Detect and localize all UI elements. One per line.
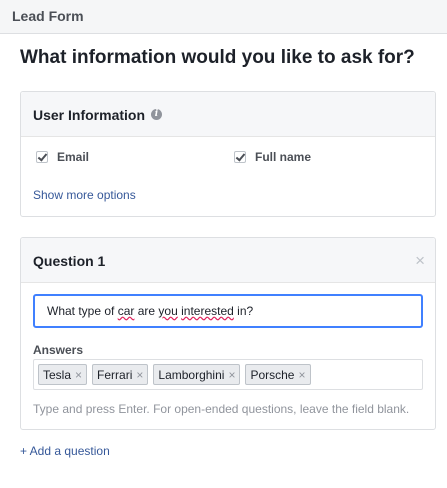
lead-form-title: Lead Form [12,8,84,24]
question-text-part: car [117,304,135,318]
user-information-title: User Information [33,107,146,123]
full-name-label: Full name [255,150,312,164]
answer-tag-label: Ferrari [97,367,133,382]
info-icon[interactable]: i [151,109,162,120]
answers-label: Answers [33,343,84,357]
answer-tag-label: Porsche [250,367,295,382]
user-information-header: User Information i [21,92,435,137]
question-text-part: you [158,304,178,318]
answer-tag: Lamborghini × [153,364,241,385]
email-checkbox[interactable] [36,151,48,163]
answer-tag-label: Tesla [43,367,72,382]
question-text-input[interactable]: What type of car are you interested in? [33,294,423,328]
answer-tag-label: Lamborghini [158,367,225,382]
question-1-card: Question 1 × What type of car are you in… [20,237,436,430]
question-text-part: are [137,304,156,318]
question-1-title: Question 1 [33,253,106,269]
show-more-options-link[interactable]: Show more options [33,188,136,202]
remove-tag-icon[interactable]: × [298,368,305,382]
email-label: Email [57,150,90,164]
answer-tag: Porsche × [245,364,311,385]
user-information-card: User Information i Email Full name Show … [20,91,436,217]
answers-hint: Type and press Enter. For open-ended que… [33,402,410,416]
answers-tag-input[interactable]: Tesla × Ferrari × Lamborghini × Porsche … [33,359,423,390]
remove-tag-icon[interactable]: × [75,368,82,382]
page-question: What information would you like to ask f… [20,47,415,68]
full-name-checkbox[interactable] [234,151,246,163]
question-text-part: What type of [47,304,115,318]
question-text-part: interested [181,304,234,318]
question-1-header: Question 1 × [21,238,435,283]
lead-form-header: Lead Form [0,0,447,34]
add-question-link[interactable]: + Add a question [20,444,110,458]
remove-tag-icon[interactable]: × [228,368,235,382]
email-checkbox-row[interactable]: Email [36,150,89,164]
question-text-part: in? [237,304,254,318]
full-name-checkbox-row[interactable]: Full name [234,150,311,164]
answer-tag: Ferrari × [92,364,149,385]
answer-tag: Tesla × [38,364,88,385]
close-icon[interactable]: × [415,252,425,269]
remove-tag-icon[interactable]: × [136,368,143,382]
